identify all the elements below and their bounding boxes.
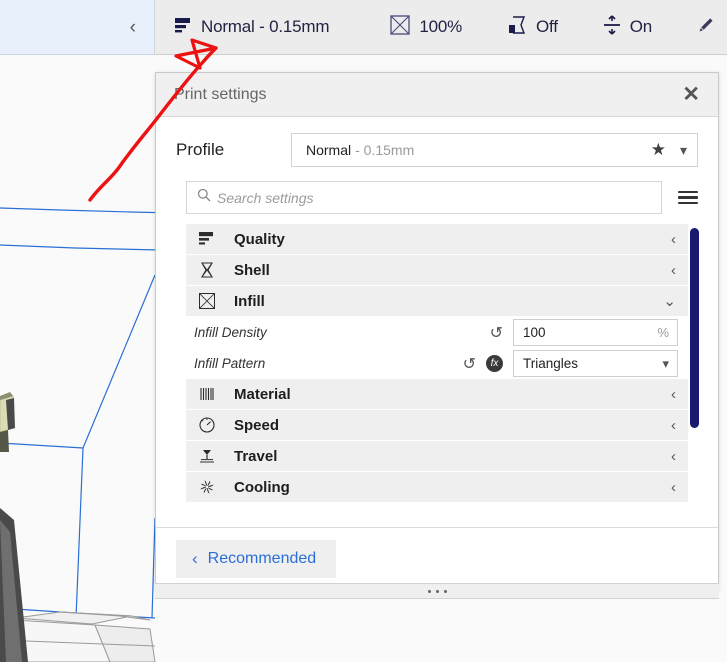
category-row-infill[interactable]: Infill ⌄ — [186, 286, 688, 317]
toolbar-item-support[interactable]: Off — [496, 0, 568, 54]
search-row — [156, 177, 718, 224]
dialog-footer: ‹ Recommended — [156, 527, 718, 589]
toolbar-item-adhesion[interactable]: On — [592, 0, 662, 54]
setting-value: Triangles — [523, 356, 579, 371]
chevron-down-icon[interactable]: ⌄ — [663, 294, 676, 309]
quality-bars-icon — [192, 231, 222, 247]
category-row-material[interactable]: Material ‹ — [186, 379, 688, 410]
chevron-left-icon[interactable]: ‹ — [671, 387, 676, 402]
grip-dot-icon — [435, 589, 439, 593]
chevron-left-icon[interactable]: ‹ — [671, 418, 676, 433]
scrollbar-thumb[interactable] — [690, 228, 699, 428]
category-row-speed[interactable]: Speed ‹ — [186, 410, 688, 441]
toolbar-item-edit[interactable] — [686, 0, 726, 54]
chevron-down-icon[interactable]: ▾ — [662, 356, 669, 372]
profile-row: Profile Normal - 0.15mm ★ ▾ — [156, 117, 718, 177]
category-label: Shell — [234, 261, 270, 279]
recommended-button[interactable]: ‹ Recommended — [176, 539, 337, 578]
chevron-down-icon[interactable]: ▾ — [680, 142, 687, 159]
recommended-label: Recommended — [207, 549, 317, 567]
top-toolbar: ‹ Normal - 0.15mm 100% Off On — [0, 0, 727, 57]
infill-density-input[interactable]: 100 % — [513, 319, 678, 346]
search-box[interactable] — [186, 181, 662, 214]
dialog-resize-grip[interactable] — [155, 583, 719, 599]
travel-icon — [192, 447, 222, 465]
star-icon[interactable]: ★ — [651, 140, 666, 160]
toolbar-adhesion-label: On — [629, 17, 653, 36]
grip-dot-icon — [427, 589, 431, 593]
speed-gauge-icon — [192, 416, 222, 434]
dialog-header: Print settings ✕ — [156, 73, 718, 117]
quality-bars-icon — [173, 16, 193, 39]
pencil-icon[interactable] — [696, 15, 716, 40]
support-icon — [506, 14, 528, 41]
print-settings-dialog: Print settings ✕ Profile Normal - 0.15mm… — [155, 72, 719, 590]
hamburger-menu-icon[interactable] — [678, 190, 698, 205]
search-input[interactable] — [217, 189, 651, 206]
infill-pattern-select[interactable]: Triangles ▾ — [513, 350, 678, 377]
settings-scrollbar[interactable] — [690, 224, 700, 527]
toolbar-item-infill[interactable]: 100% — [379, 0, 472, 54]
chevron-left-icon[interactable]: ‹ — [130, 18, 136, 37]
category-label: Infill — [234, 292, 265, 310]
profile-select[interactable]: Normal - 0.15mm ★ ▾ — [291, 133, 698, 167]
cooling-fan-icon — [192, 478, 222, 496]
adhesion-icon — [602, 14, 622, 41]
setting-value: 100 — [523, 325, 546, 340]
category-row-quality[interactable]: Quality ‹ — [186, 224, 688, 255]
grip-dot-icon — [443, 589, 447, 593]
category-label: Speed — [234, 416, 280, 434]
profile-value-sub: - 0.15mm — [355, 142, 415, 158]
profile-value-name: Normal — [306, 142, 352, 158]
revert-arrow-icon[interactable]: ↺ — [463, 354, 476, 374]
chevron-left-icon[interactable]: ‹ — [671, 449, 676, 464]
search-icon — [197, 188, 211, 207]
profile-label: Profile — [176, 140, 225, 159]
settings-list[interactable]: Quality ‹ Shell ‹ Infill ⌄ Infill Densit… — [186, 224, 718, 527]
category-label: Travel — [234, 447, 278, 465]
revert-arrow-icon[interactable]: ↺ — [490, 323, 503, 343]
infill-mesh-icon — [192, 292, 222, 310]
chevron-left-icon[interactable]: ‹ — [671, 232, 676, 247]
chevron-left-icon[interactable]: ‹ — [671, 263, 676, 278]
chevron-left-icon[interactable]: ‹ — [671, 480, 676, 495]
setting-label: Infill Density — [194, 325, 267, 340]
toolbar-item-profile[interactable]: Normal - 0.15mm — [155, 0, 339, 54]
setting-row-infill-pattern: Infill Pattern ↺ fx Triangles ▾ — [186, 348, 688, 379]
infill-mesh-icon — [389, 14, 411, 41]
toolbar-support-label: Off — [536, 17, 558, 36]
category-row-cooling[interactable]: Cooling ‹ — [186, 472, 688, 503]
setting-unit: % — [657, 325, 669, 340]
dialog-title: Print settings — [174, 85, 267, 103]
fx-icon[interactable]: fx — [486, 355, 503, 372]
material-icon — [192, 386, 222, 402]
toolbar-right-panel: Normal - 0.15mm 100% Off On — [155, 0, 727, 55]
category-label: Material — [234, 385, 291, 403]
category-row-shell[interactable]: Shell ‹ — [186, 255, 688, 286]
toolbar-profile-label: Normal - 0.15mm — [201, 17, 330, 36]
category-label: Cooling — [234, 478, 290, 496]
toolbar-left-panel[interactable]: ‹ — [0, 0, 155, 55]
setting-row-infill-density: Infill Density ↺ 100 % — [186, 317, 688, 348]
chevron-left-icon: ‹ — [192, 549, 198, 568]
toolbar-infill-label: 100% — [419, 17, 462, 36]
category-label: Quality — [234, 230, 285, 248]
shell-icon — [192, 261, 222, 279]
setting-label: Infill Pattern — [194, 356, 266, 371]
close-icon[interactable]: ✕ — [678, 82, 704, 107]
category-row-travel[interactable]: Travel ‹ — [186, 441, 688, 472]
